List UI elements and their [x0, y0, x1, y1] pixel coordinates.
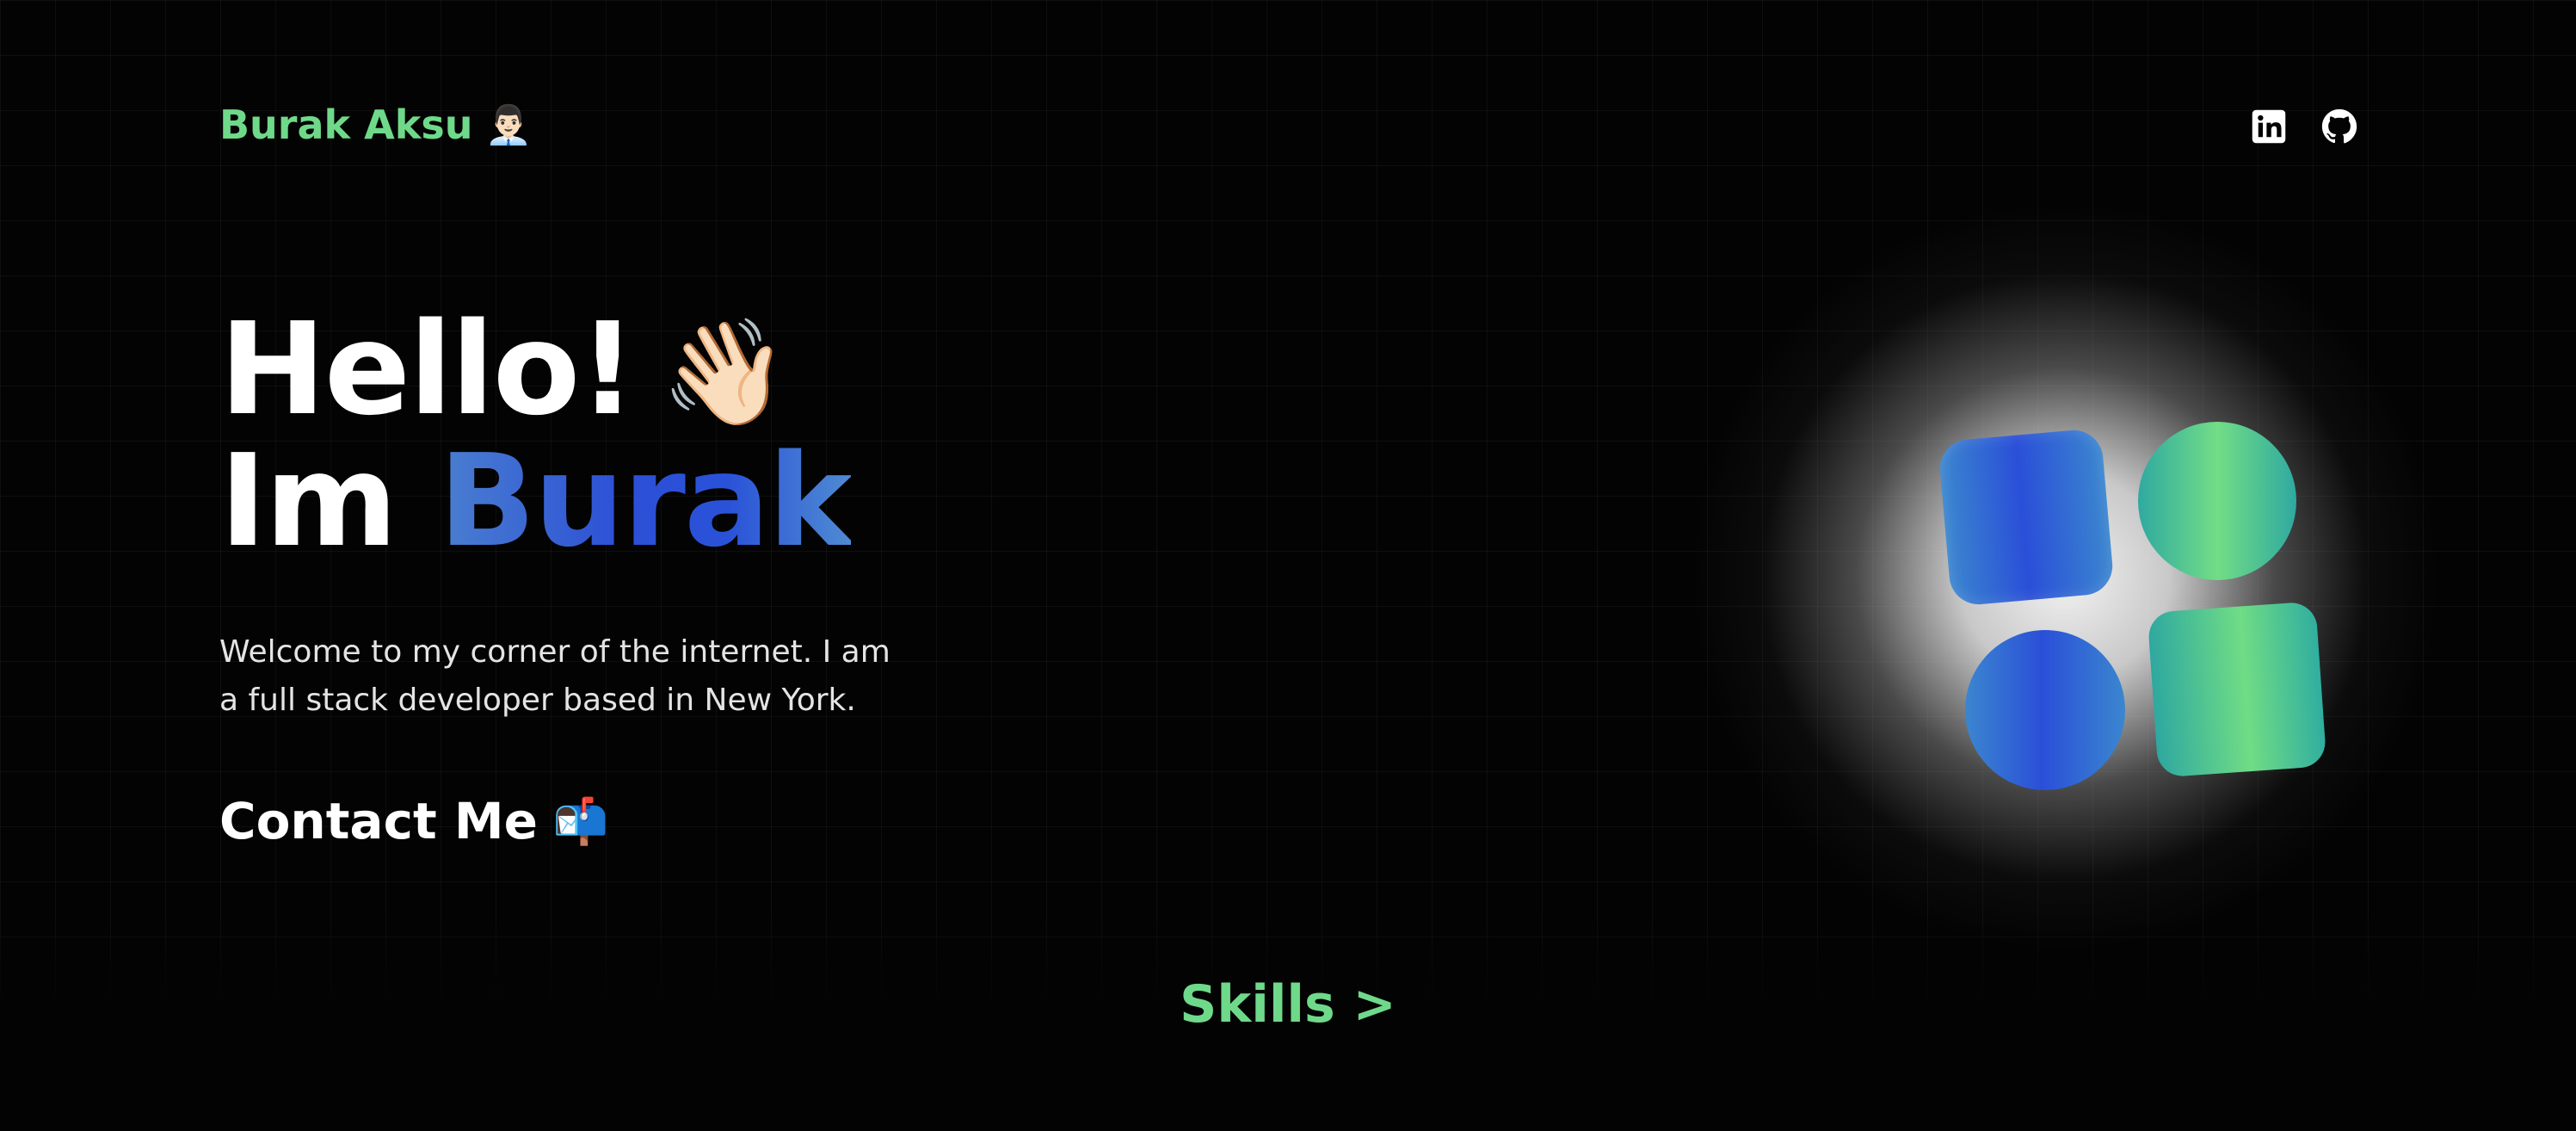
- waving-hand-icon: 👋🏻: [660, 313, 789, 433]
- intro-text: Welcome to my corner of the internet. I …: [219, 634, 891, 718]
- hero-line-1: Hello! 👋🏻: [219, 306, 851, 437]
- hero-line-2: Im Burak: [219, 437, 853, 565]
- brand-link[interactable]: Burak Aksu 👨🏻‍💼: [219, 102, 532, 148]
- hero-heading: Hello! 👋🏻 Im Burak: [219, 306, 853, 565]
- hero-name: Burak: [438, 427, 853, 575]
- businessman-emoji-icon: 👨🏻‍💼: [484, 103, 533, 147]
- green-circle: [2138, 422, 2296, 580]
- contact-me-link[interactable]: Contact Me 📬: [219, 792, 609, 850]
- blue-circle: [1965, 630, 2125, 790]
- blue-rounded-square: [1937, 428, 2116, 607]
- portfolio-page: Burak Aksu 👨🏻‍💼 Hello! 👋🏻 Im Burak Welcom…: [0, 0, 2576, 1131]
- hello-text: Hello!: [219, 295, 637, 443]
- linkedin-link[interactable]: [2251, 108, 2287, 145]
- brand-name: Burak Aksu: [219, 102, 473, 148]
- skills-link[interactable]: Skills >: [0, 974, 2576, 1035]
- github-link[interactable]: [2321, 108, 2357, 145]
- contact-label: Contact Me: [219, 792, 538, 850]
- github-icon: [2321, 108, 2357, 144]
- im-text: Im: [219, 427, 397, 575]
- green-rounded-square: [2147, 601, 2327, 778]
- linkedin-icon: [2252, 109, 2286, 144]
- social-links: [2251, 108, 2357, 145]
- mailbox-icon: 📬: [552, 795, 609, 848]
